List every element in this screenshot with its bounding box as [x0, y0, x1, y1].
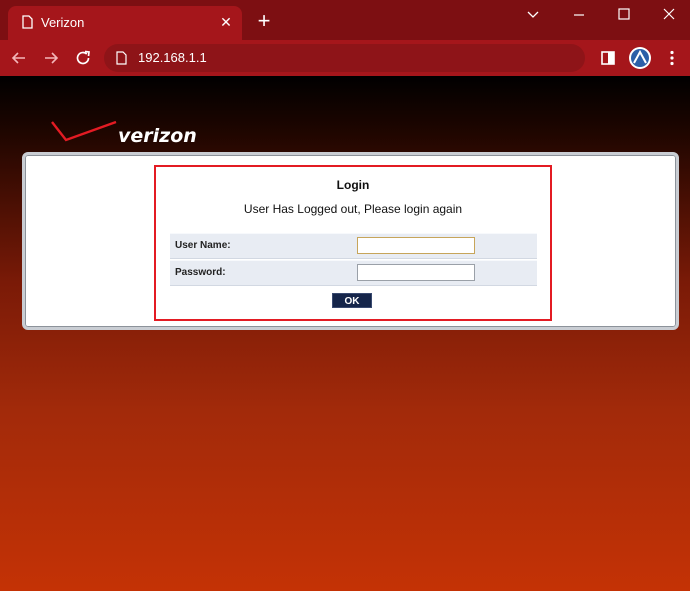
- profile-avatar-icon[interactable]: [628, 46, 652, 70]
- browser-titlebar: Verizon ✕ +: [0, 0, 690, 40]
- username-label: User Name:: [175, 240, 231, 251]
- password-input[interactable]: [357, 264, 475, 281]
- browser-tab-verizon[interactable]: Verizon ✕: [8, 6, 242, 40]
- password-row: Password:: [170, 260, 537, 286]
- username-input[interactable]: [357, 237, 475, 254]
- verizon-logo-text: verizon: [118, 125, 197, 147]
- menu-dots-icon[interactable]: [662, 48, 682, 68]
- verizon-logo: verizon: [50, 118, 200, 152]
- new-tab-button[interactable]: +: [253, 10, 275, 33]
- maximize-button[interactable]: [609, 4, 639, 24]
- address-bar[interactable]: 192.168.1.1: [104, 44, 585, 72]
- back-arrow-icon[interactable]: [9, 48, 29, 68]
- logout-message: User Has Logged out, Please login again: [243, 202, 463, 216]
- router-login-page: verizon Login User Has Logged out, Pleas…: [0, 76, 690, 591]
- tab-close-icon[interactable]: ✕: [217, 13, 235, 31]
- reload-icon[interactable]: [73, 48, 93, 68]
- browser-toolbar: 192.168.1.1: [0, 40, 690, 76]
- close-window-button[interactable]: [654, 4, 684, 24]
- url-text[interactable]: 192.168.1.1: [138, 50, 207, 65]
- minimize-button[interactable]: [564, 4, 594, 24]
- password-label: Password:: [175, 267, 226, 278]
- forward-arrow-icon[interactable]: [41, 48, 61, 68]
- tab-search-chevron-icon[interactable]: [518, 4, 548, 24]
- tab-title: Verizon: [41, 15, 85, 30]
- username-row: User Name:: [170, 233, 537, 259]
- login-highlight-box: Login User Has Logged out, Please login …: [154, 165, 552, 321]
- sidebar-icon[interactable]: [598, 48, 618, 68]
- page-info-icon[interactable]: [116, 51, 127, 65]
- document-icon: [22, 15, 33, 29]
- verizon-check-icon: [51, 120, 117, 142]
- login-title: Login: [336, 178, 370, 192]
- ok-button[interactable]: OK: [332, 293, 372, 308]
- login-panel: Login User Has Logged out, Please login …: [22, 152, 679, 330]
